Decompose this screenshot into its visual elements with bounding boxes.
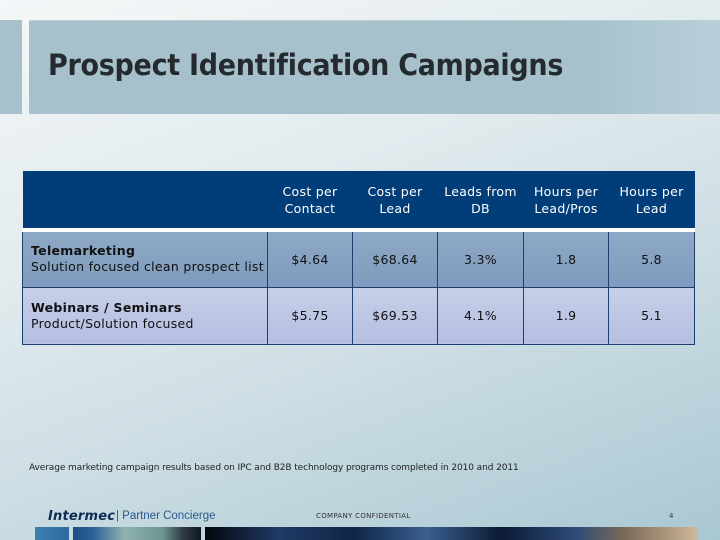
table-row: Webinars / Seminars Product/Solution foc… — [22, 286, 695, 345]
photo-strip-segment — [205, 527, 698, 540]
cell-hours-per-lead-pros: 1.8 — [523, 229, 609, 288]
slide-title: Prospect Identification Campaigns — [48, 48, 564, 82]
cell-cost-per-contact: $5.75 — [267, 286, 353, 345]
title-band-accent — [0, 20, 22, 114]
table-header-row: Cost per Contact Cost per Lead Leads fro… — [22, 171, 695, 232]
cell-cost-per-lead: $69.53 — [352, 286, 438, 345]
campaign-description: Solution focused clean prospect list — [31, 259, 264, 275]
campaign-name: Telemarketing — [31, 243, 136, 259]
cell-hours-per-lead-pros: 1.9 — [523, 286, 609, 345]
header-hours-per-lead: Hours per Lead — [608, 171, 695, 232]
cell-cost-per-lead: $68.64 — [352, 229, 438, 288]
row-label: Webinars / Seminars Product/Solution foc… — [22, 286, 268, 345]
intermec-logo: Intermec — [48, 509, 116, 524]
footnote: Average marketing campaign results based… — [29, 463, 519, 473]
cell-cost-per-contact: $4.64 — [267, 229, 353, 288]
campaign-name: Webinars / Seminars — [31, 299, 182, 315]
photo-strip-segment — [35, 527, 69, 540]
header-cost-per-contact: Cost per Contact — [267, 171, 353, 232]
cell-leads-from-db: 3.3% — [437, 229, 524, 288]
header-cost-per-lead: Cost per Lead — [352, 171, 438, 232]
cell-leads-from-db: 4.1% — [437, 286, 524, 345]
cell-hours-per-lead: 5.8 — [608, 229, 695, 288]
campaign-results-table: Cost per Contact Cost per Lead Leads fro… — [22, 171, 695, 345]
cell-hours-per-lead: 5.1 — [608, 286, 695, 345]
footer-photo-strip — [35, 527, 698, 540]
table-row: Telemarketing Solution focused clean pro… — [22, 229, 695, 288]
page-number: 4 — [669, 512, 674, 520]
campaign-description: Product/Solution focused — [31, 315, 194, 331]
header-hours-per-lead-pros: Hours per Lead/Pros — [523, 171, 609, 232]
brand-tagline: | Partner Concierge — [116, 510, 216, 522]
row-label: Telemarketing Solution focused clean pro… — [22, 229, 268, 288]
confidential-label: COMPANY CONFIDENTIAL — [316, 512, 411, 520]
photo-strip-segment — [73, 527, 201, 540]
header-leads-from-db: Leads from DB — [437, 171, 524, 232]
header-empty — [22, 171, 268, 232]
